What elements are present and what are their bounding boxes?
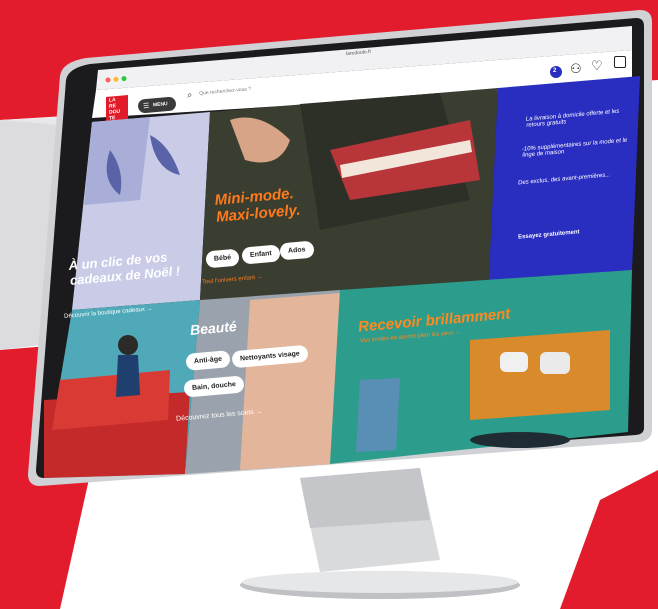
content-panels	[44, 76, 640, 478]
kids-pill-ados[interactable]: Ados	[279, 240, 315, 261]
